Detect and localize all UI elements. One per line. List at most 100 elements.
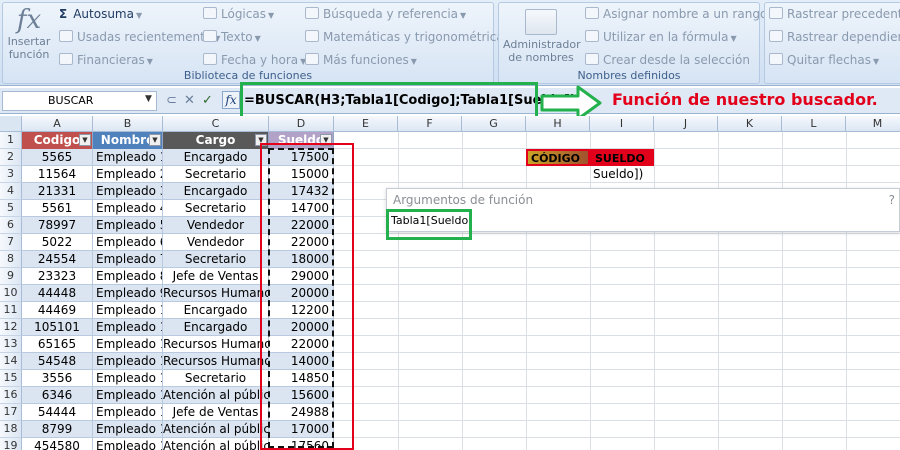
insert-function-button[interactable]: fx Insertar función bbox=[7, 5, 51, 61]
table-cell[interactable]: Empleado 15 bbox=[93, 387, 163, 404]
lookup-codigo-header[interactable]: CÓDIGO bbox=[526, 149, 590, 166]
row-header[interactable]: 15 bbox=[0, 370, 22, 387]
col-header-l[interactable]: L bbox=[782, 116, 846, 132]
recent-functions-button[interactable]: Usadas recientemente ▼ bbox=[59, 30, 220, 44]
name-box-chevron-down-icon[interactable]: ▼ bbox=[145, 94, 152, 104]
table-cell[interactable]: Empleado 3 bbox=[93, 183, 163, 200]
table-cell[interactable]: 3556 bbox=[22, 370, 93, 387]
row-header[interactable]: 17 bbox=[0, 404, 22, 421]
insert-function-fx-button[interactable]: fx bbox=[222, 91, 240, 109]
table-cell[interactable]: Encargado bbox=[163, 319, 269, 336]
table-cell[interactable]: Secretario bbox=[163, 251, 269, 268]
row-header[interactable]: 5 bbox=[0, 200, 22, 217]
table-cell[interactable]: Atención al público bbox=[163, 421, 269, 438]
row-header[interactable]: 8 bbox=[0, 251, 22, 268]
more-functions-button[interactable]: Más funciones ▼ bbox=[305, 53, 417, 67]
help-icon[interactable]: ? bbox=[889, 193, 895, 207]
table-cell[interactable]: Empleado 18 bbox=[93, 438, 163, 450]
table-cell[interactable]: 24554 bbox=[22, 251, 93, 268]
col-header-e[interactable]: E bbox=[334, 116, 398, 132]
table-cell[interactable]: Empleado 7 bbox=[93, 251, 163, 268]
row-header[interactable]: 7 bbox=[0, 234, 22, 251]
table-cell[interactable]: Empleado 6 bbox=[93, 234, 163, 251]
table-cell[interactable]: Empleado 16 bbox=[93, 404, 163, 421]
table-cell[interactable]: Secretario bbox=[163, 166, 269, 183]
table-cell[interactable]: Empleado 10 bbox=[93, 302, 163, 319]
use-in-formula-button[interactable]: Utilizar en la fórmula ▼ bbox=[585, 30, 737, 44]
col-header-f[interactable]: F bbox=[398, 116, 462, 132]
assign-name-button[interactable]: Asignar nombre a un rango▼ bbox=[585, 7, 775, 21]
table-cell[interactable]: 454580 bbox=[22, 438, 93, 450]
col-header-a[interactable]: A bbox=[22, 116, 93, 132]
table-cell[interactable]: Recursos Humanos bbox=[163, 336, 269, 353]
table-cell[interactable]: Recursos Humanos bbox=[163, 285, 269, 302]
lookup-sueldo-header[interactable]: SUELDO bbox=[590, 149, 654, 166]
table-cell[interactable]: Atención al público bbox=[163, 438, 269, 450]
name-box[interactable]: BUSCAR bbox=[2, 91, 157, 111]
col-header-d[interactable]: D bbox=[269, 116, 334, 132]
trace-dependents-button[interactable]: Rastrear dependiente bbox=[769, 30, 900, 44]
table-cell[interactable]: Jefe de Ventas bbox=[163, 268, 269, 285]
col-header-j[interactable]: J bbox=[654, 116, 718, 132]
col-header-i[interactable]: I bbox=[590, 116, 654, 132]
table-cell[interactable]: 54444 bbox=[22, 404, 93, 421]
table-cell[interactable]: 5022 bbox=[22, 234, 93, 251]
table-cell[interactable]: 65165 bbox=[22, 336, 93, 353]
table-cell[interactable]: 5561 bbox=[22, 200, 93, 217]
row-header[interactable]: 1 bbox=[0, 132, 22, 149]
table-cell[interactable]: Jefe de Ventas bbox=[163, 404, 269, 421]
col-header-g[interactable]: G bbox=[462, 116, 526, 132]
row-header[interactable]: 3 bbox=[0, 166, 22, 183]
row-header[interactable]: 11 bbox=[0, 302, 22, 319]
row-header[interactable]: 4 bbox=[0, 183, 22, 200]
table-cell[interactable]: Empleado 13 bbox=[93, 353, 163, 370]
datetime-functions-button[interactable]: Fecha y hora ▼ bbox=[203, 53, 306, 67]
table-cell[interactable]: Empleado 11 bbox=[93, 319, 163, 336]
remove-arrows-button[interactable]: Quitar flechas ▼ bbox=[769, 53, 879, 67]
table-cell[interactable]: 44448 bbox=[22, 285, 93, 302]
table-cell[interactable]: Vendedor bbox=[163, 234, 269, 251]
row-header[interactable]: 2 bbox=[0, 149, 22, 166]
table-cell[interactable]: Encargado bbox=[163, 302, 269, 319]
header-cargo[interactable]: Cargo ▼ bbox=[163, 132, 269, 149]
table-cell[interactable]: 44469 bbox=[22, 302, 93, 319]
table-cell[interactable]: 23323 bbox=[22, 268, 93, 285]
row-header[interactable]: 6 bbox=[0, 217, 22, 234]
table-cell[interactable]: 8799 bbox=[22, 421, 93, 438]
table-cell[interactable]: 78997 bbox=[22, 217, 93, 234]
table-cell[interactable]: Atención al público bbox=[163, 387, 269, 404]
row-header[interactable]: 18 bbox=[0, 421, 22, 438]
formula-bar-expand-icon[interactable]: ⊂ bbox=[166, 93, 177, 109]
confirm-entry-icon[interactable]: ✓ bbox=[202, 93, 213, 109]
table-cell[interactable]: Empleado 14 bbox=[93, 370, 163, 387]
select-all-corner[interactable] bbox=[0, 116, 22, 132]
col-header-k[interactable]: K bbox=[718, 116, 782, 132]
table-cell[interactable]: Empleado 12 bbox=[93, 336, 163, 353]
col-header-c[interactable]: C bbox=[163, 116, 269, 132]
trace-precedents-button[interactable]: Rastrear precedentes bbox=[769, 7, 900, 21]
table-cell[interactable]: Empleado 4 bbox=[93, 200, 163, 217]
table-cell[interactable]: 5565 bbox=[22, 149, 93, 166]
table-cell[interactable]: Empleado 9 bbox=[93, 285, 163, 302]
row-header[interactable]: 19 bbox=[0, 438, 22, 450]
col-header-m[interactable]: M bbox=[846, 116, 900, 132]
table-cell[interactable]: 11564 bbox=[22, 166, 93, 183]
table-cell[interactable]: Encargado bbox=[163, 183, 269, 200]
table-cell[interactable]: Vendedor bbox=[163, 217, 269, 234]
row-header[interactable]: 9 bbox=[0, 268, 22, 285]
row-header[interactable]: 10 bbox=[0, 285, 22, 302]
col-header-b[interactable]: B bbox=[93, 116, 163, 132]
cancel-entry-icon[interactable]: ✕ bbox=[184, 93, 195, 109]
text-functions-button[interactable]: Texto ▼ bbox=[203, 30, 261, 44]
table-cell[interactable]: 54548 bbox=[22, 353, 93, 370]
logical-functions-button[interactable]: Lógicas ▼ bbox=[203, 7, 274, 21]
table-cell[interactable]: Empleado 17 bbox=[93, 421, 163, 438]
lookup-functions-button[interactable]: Búsqueda y referencia ▼ bbox=[305, 7, 466, 21]
table-cell[interactable]: Empleado 1 bbox=[93, 149, 163, 166]
col-header-h[interactable]: H bbox=[526, 116, 590, 132]
create-from-selection-button[interactable]: Crear desde la selección bbox=[585, 53, 750, 67]
table-cell[interactable]: Secretario bbox=[163, 200, 269, 217]
table-cell[interactable]: 6346 bbox=[22, 387, 93, 404]
table-cell[interactable]: Recursos Humanos bbox=[163, 353, 269, 370]
math-functions-button[interactable]: Matemáticas y trigonométricas▼ bbox=[305, 30, 518, 44]
